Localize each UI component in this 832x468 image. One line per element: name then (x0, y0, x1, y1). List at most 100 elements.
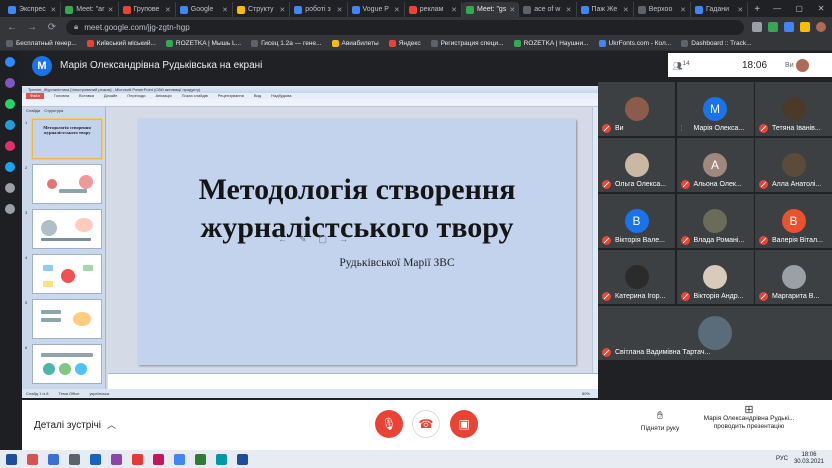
ppt-menu-item[interactable]: Анімація (156, 93, 172, 99)
participant-tile[interactable]: Маргарита В... (755, 250, 832, 304)
browser-tab[interactable]: Групове ✕ (119, 2, 176, 17)
browser-tab[interactable]: роботі з ✕ (290, 2, 348, 17)
taskbar-app-icon[interactable] (48, 453, 59, 465)
browser-tab[interactable]: Vogue Р ✕ (348, 2, 405, 17)
bookmark-item[interactable]: ROZETKA | Мышь L... (165, 40, 241, 47)
taskbar-app-icon[interactable] (111, 453, 122, 465)
ppt-menu-item[interactable]: Вид (254, 93, 261, 99)
participant-tile[interactable]: Катерина Ігор... (598, 250, 675, 304)
participant-tile[interactable]: M ⁞ Марія Олекса... (676, 82, 754, 136)
tab-close-icon[interactable]: ✕ (279, 6, 285, 14)
tab-close-icon[interactable]: ✕ (566, 6, 572, 14)
ppt-menu-item[interactable]: Надбудова (271, 93, 291, 99)
bookmark-item[interactable]: Авиабилеты (331, 40, 379, 47)
tab-slides[interactable]: Слайди (26, 107, 40, 115)
participant-tile[interactable]: В Вікторія Вале... (598, 194, 675, 248)
ppt-menu-item[interactable]: Головна (54, 93, 69, 99)
viber-icon[interactable] (5, 78, 15, 88)
forward-icon[interactable]: → (26, 22, 38, 33)
tab-close-icon[interactable]: ✕ (451, 6, 457, 14)
extension-icon[interactable] (800, 22, 810, 32)
profile-avatar[interactable] (816, 22, 826, 32)
bookmark-item[interactable]: Регистрация специ... (430, 40, 504, 47)
participant-tile[interactable]: Світлана Вадимівна Тартач... (598, 306, 832, 360)
mic-button[interactable]: 🎙︎ (375, 410, 403, 438)
bookmark-item[interactable]: Київський міський... (86, 40, 156, 47)
pen-icon[interactable]: ✎ (299, 234, 307, 245)
browser-tab[interactable]: Гадани ✕ (691, 2, 749, 17)
browser-tab[interactable]: Meet: "ar ✕ (61, 2, 119, 17)
tab-close-icon[interactable]: ✕ (337, 6, 343, 14)
lang-indicator[interactable]: РУС (776, 456, 788, 462)
tab-outline[interactable]: Структура (44, 107, 63, 115)
bookmark-item[interactable]: UkrFonts.com - Кол... (598, 40, 671, 47)
browser-tab[interactable]: реклам ✕ (405, 2, 462, 17)
participant-tile[interactable]: Ви (598, 82, 675, 136)
tab-close-icon[interactable]: ✕ (222, 6, 228, 14)
tab-close-icon[interactable]: ✕ (394, 6, 400, 14)
messenger-icon[interactable] (5, 57, 15, 67)
presenting-button[interactable]: ⊞ Марія Олександрівна Рудькі... проводит… (694, 405, 804, 431)
system-clock[interactable]: 18:06 30.03.2021 (794, 452, 824, 466)
browser-tab[interactable]: Meet: "gs ✕ (462, 2, 520, 17)
notes-pane[interactable] (108, 373, 598, 389)
extension-icon[interactable] (768, 22, 778, 32)
browser-tab[interactable]: Верхоо ✕ (634, 2, 691, 17)
tab-close-icon[interactable]: ✕ (165, 6, 171, 14)
raise-hand-button[interactable]: ✋︎ Підняти руку (630, 410, 690, 432)
participant-tile[interactable]: Влада Романі... (676, 194, 754, 248)
ppt-menu-item[interactable]: Дизайн (104, 93, 117, 99)
new-tab-icon[interactable]: + (748, 2, 766, 17)
browser-tab[interactable]: Структу ✕ (233, 2, 291, 17)
participant-tile[interactable]: Тетяна Іванів... (755, 82, 832, 136)
browser-tab[interactable]: Паж Же ✕ (577, 2, 634, 17)
tab-close-icon[interactable]: ✕ (623, 6, 629, 14)
participant-tile[interactable]: В Валерія Вітал... (755, 194, 832, 248)
slide-thumb-4[interactable]: 4 (25, 254, 102, 294)
start-menu-icon[interactable] (6, 453, 17, 465)
menu-icon[interactable]: ▢ (319, 234, 328, 245)
tab-close-icon[interactable]: ✕ (680, 6, 686, 14)
ppt-menu-item[interactable]: Вставка (79, 93, 94, 99)
twitter-icon[interactable] (5, 162, 15, 172)
bookmark-item[interactable]: Яндекс (388, 40, 421, 47)
taskbar-app-icon[interactable] (132, 453, 143, 465)
bookmark-item[interactable]: Бесплатный генер... (6, 40, 77, 47)
browser-tab[interactable]: Google ✕ (176, 2, 233, 17)
participant-tile[interactable]: Вікторія Андр... (676, 250, 754, 304)
browser-tab[interactable]: Экспрес ✕ (4, 2, 62, 17)
instagram-icon[interactable] (5, 141, 15, 151)
close-window-icon[interactable]: ✕ (810, 0, 832, 17)
current-slide[interactable]: Методологія створення журналістського тв… (138, 119, 576, 365)
tab-close-icon[interactable]: ✕ (509, 6, 515, 14)
taskbar-app-icon[interactable] (216, 453, 227, 465)
slide-thumb-2[interactable]: 2 (25, 164, 102, 204)
maximize-icon[interactable]: ▢ (788, 0, 810, 17)
taskbar-app-icon[interactable] (27, 453, 38, 465)
taskbar-app-icon[interactable] (69, 453, 80, 465)
self-avatar[interactable] (795, 58, 809, 72)
bookmark-item[interactable]: ROZETKA | Наушни... (513, 40, 589, 47)
slide-thumb-6[interactable]: 6 (25, 344, 102, 384)
extension-icon[interactable] (784, 22, 794, 32)
tab-close-icon[interactable]: ✕ (737, 6, 743, 14)
browser-tab[interactable]: ace of w ✕ (519, 2, 577, 17)
minimize-icon[interactable]: — (766, 0, 788, 17)
participant-tile[interactable]: Ольга Олекса... (598, 138, 675, 192)
bookmark-item[interactable]: Гисец 1.2а — гене... (251, 40, 322, 47)
reload-icon[interactable]: ⟳ (46, 22, 58, 33)
prev-slide-icon[interactable]: ← (278, 234, 287, 244)
taskbar-app-icon[interactable] (195, 453, 206, 465)
ppt-menu-item[interactable]: Файл (26, 93, 44, 99)
meeting-details-button[interactable]: Деталі зустрічі ︿ (34, 418, 116, 431)
telegram-icon[interactable] (5, 120, 15, 130)
tab-close-icon[interactable]: ✕ (50, 6, 56, 14)
slide-thumb-5[interactable]: 5 (25, 299, 102, 339)
bookmark-item[interactable]: Dashboard :: Track... (681, 40, 752, 47)
next-slide-icon[interactable]: → (339, 234, 348, 244)
tab-close-icon[interactable]: ✕ (108, 6, 114, 14)
ppt-menu-item[interactable]: Переходи (127, 93, 145, 99)
participants-button[interactable]: 👥︎14 (668, 60, 694, 71)
slide-thumb-1[interactable]: 1 Методологія створення журналістського … (25, 119, 102, 159)
address-bar[interactable]: 🔒︎ meet.google.com/jjg-zgtn-hgp (66, 19, 744, 35)
